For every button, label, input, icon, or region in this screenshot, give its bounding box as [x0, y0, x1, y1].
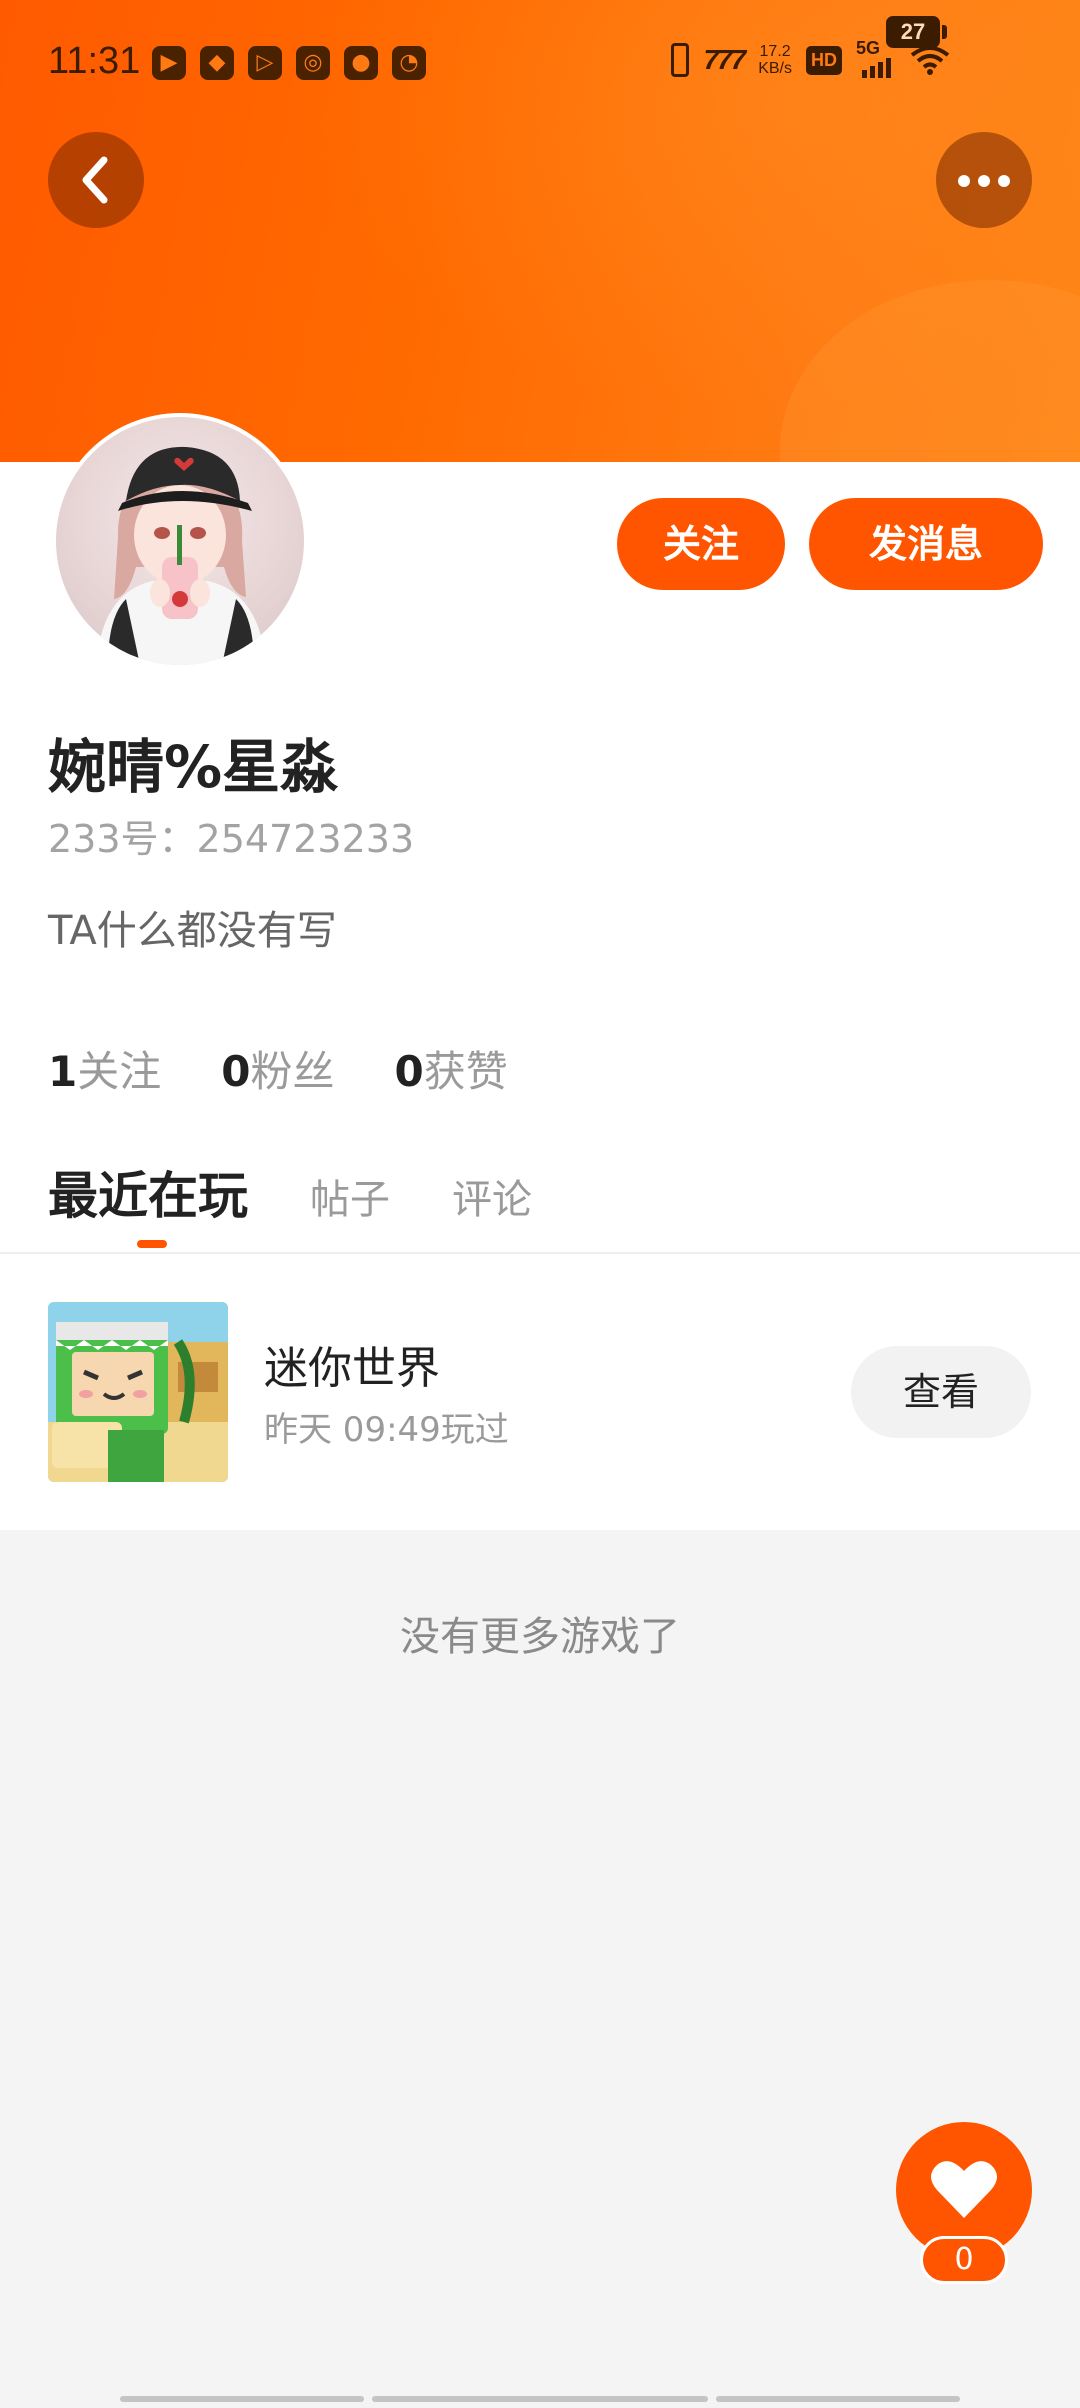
avatar-image [56, 417, 304, 665]
active-tab-indicator [137, 1240, 167, 1248]
speed-mode-icon: 777 [703, 44, 746, 75]
stat-following[interactable]: 1 关注 [48, 1038, 161, 1099]
wifi-icon [910, 44, 950, 76]
battery-indicator: 27 [886, 16, 940, 48]
hd-voice-badge: HD [806, 45, 842, 75]
like-count-badge: 0 [920, 2236, 1008, 2284]
game-thumbnail [48, 1302, 228, 1482]
network-speed: 17.2 KB/s [758, 43, 792, 77]
profile-tabs: 最近在玩 帖子 评论 [48, 1156, 532, 1246]
stat-likes-count: 0 [394, 1047, 424, 1096]
stat-likes-label: 获赞 [423, 1047, 508, 1096]
gesture-bar-segment [716, 2396, 960, 2402]
bookmark-app-icon: ◆ [200, 46, 234, 80]
game-last-played: 昨天 09:49玩过 [264, 1410, 509, 1450]
play-app-icon: ▷ [248, 46, 282, 80]
stat-followers[interactable]: 0 粉丝 [221, 1038, 334, 1099]
tab-comments[interactable]: 评论 [452, 1167, 532, 1225]
view-game-button[interactable]: 查看 [851, 1346, 1031, 1438]
stat-followers-label: 粉丝 [250, 1047, 335, 1096]
stat-following-label: 关注 [77, 1047, 162, 1096]
empty-list-message: 没有更多游戏了 [400, 1614, 680, 1660]
chevron-left-icon [82, 156, 108, 204]
send-message-button[interactable]: 发消息 [809, 498, 1043, 590]
follow-button[interactable]: 关注 [617, 498, 785, 590]
avatar[interactable] [52, 413, 308, 669]
status-time: 11:31 [48, 40, 141, 82]
vibrate-icon [671, 43, 690, 77]
battery-tip [942, 25, 947, 39]
network-type-label: 5G [856, 38, 881, 58]
more-options-button[interactable] [936, 132, 1032, 228]
stat-following-count: 1 [48, 1047, 78, 1096]
user-bio: TA什么都没有写 [48, 908, 337, 954]
profile-stats: 1 关注 0 粉丝 0 获赞 [48, 1038, 508, 1099]
user-id: 233号：254723233 [48, 817, 415, 861]
stat-likes: 0 获赞 [395, 1038, 508, 1099]
gesture-bar-segment [120, 2396, 364, 2402]
tab-recently-played[interactable]: 最近在玩 [48, 1156, 248, 1228]
chat-app-icon: ◎ [296, 46, 330, 80]
username: 婉晴%星淼 [48, 733, 339, 801]
video-app-icon: ▶ [152, 46, 186, 80]
tab-posts[interactable]: 帖子 [310, 1167, 390, 1225]
list-item[interactable]: 迷你世界 昨天 09:49玩过 查看 [0, 1254, 1080, 1530]
stat-followers-count: 0 [221, 1047, 251, 1096]
heart-icon [931, 2161, 997, 2218]
back-button[interactable] [48, 132, 144, 228]
game-title: 迷你世界 [264, 1343, 440, 1394]
notification-icons: ▶ ◆ ▷ ◎ ● ◔ [152, 46, 426, 80]
cat-app-icon: ● [344, 46, 378, 80]
gesture-bar-segment [372, 2396, 708, 2402]
gauge-app-icon: ◔ [392, 46, 426, 80]
